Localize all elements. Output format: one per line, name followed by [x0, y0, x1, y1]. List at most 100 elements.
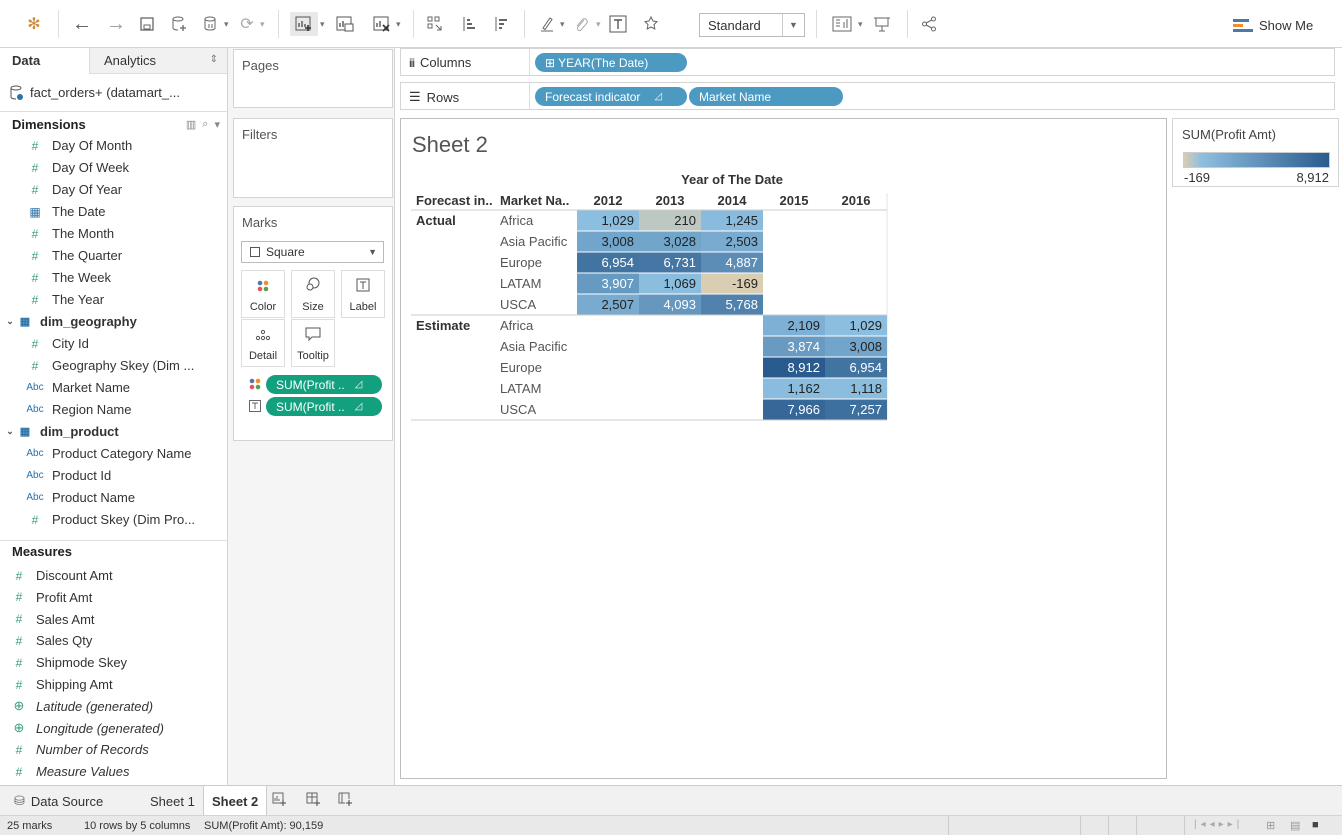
- market-label: Africa: [500, 318, 534, 333]
- detail-button[interactable]: Detail: [241, 319, 285, 367]
- size-button[interactable]: Size: [291, 270, 335, 318]
- mark-type-select[interactable]: Square ▼: [241, 241, 384, 263]
- chevron-down-icon[interactable]: ▾: [858, 19, 863, 30]
- field-item[interactable]: # Day Of Month: [0, 135, 227, 156]
- field-item[interactable]: # Product Skey (Dim Pro...: [0, 509, 227, 530]
- filters-card[interactable]: Filters: [233, 118, 393, 198]
- field-item[interactable]: # Profit Amt: [0, 587, 227, 608]
- chevron-down-icon[interactable]: ▾: [224, 19, 229, 30]
- field-item[interactable]: # Shipping Amt: [0, 674, 227, 695]
- folder-item[interactable]: ⌄ ▦ dim_product: [0, 421, 227, 442]
- size-label: Size: [302, 301, 324, 313]
- sheet-navigation-icon[interactable]: |◂◂▸▸|: [1194, 819, 1243, 830]
- chevron-down-icon[interactable]: ▾: [320, 19, 325, 30]
- tab-data-source[interactable]: ⛁ Data Source: [6, 786, 111, 816]
- color-measure-pill[interactable]: SUM(Profit .. ◿: [266, 375, 382, 394]
- datasource-item[interactable]: fact_orders+ (datamart_...: [0, 74, 227, 112]
- square-icon: [250, 247, 260, 257]
- tooltip-button[interactable]: Tooltip: [291, 319, 335, 367]
- pause-updates-icon[interactable]: [200, 12, 222, 36]
- fit-select[interactable]: Standard ▼: [699, 13, 805, 37]
- search-icon[interactable]: ⌕: [202, 118, 208, 131]
- sort-ascending-icon[interactable]: [458, 12, 480, 36]
- tab-analytics[interactable]: Analytics ⇕: [90, 48, 227, 73]
- new-worksheet-tab-icon[interactable]: [272, 792, 286, 809]
- field-item[interactable]: # Sales Qty: [0, 630, 227, 651]
- share-icon[interactable]: [918, 12, 940, 36]
- presentation-mode-icon[interactable]: [870, 12, 894, 36]
- show-mark-labels-icon[interactable]: [606, 12, 630, 36]
- field-item[interactable]: # Day Of Year: [0, 179, 227, 200]
- field-item[interactable]: Abc Product Id: [0, 465, 227, 486]
- chevron-down-icon[interactable]: ▾: [260, 19, 265, 30]
- field-item[interactable]: # The Week: [0, 267, 227, 288]
- tableau-logo-icon[interactable]: ✻: [22, 12, 46, 36]
- color-button[interactable]: Color: [241, 270, 285, 318]
- field-item[interactable]: # Sales Amt: [0, 609, 227, 630]
- refresh-icon[interactable]: ⟳: [236, 12, 258, 36]
- field-item[interactable]: ⊕ Longitude (generated): [0, 718, 227, 739]
- field-item[interactable]: # Number of Records: [0, 739, 227, 760]
- legend-min-label: -169: [1184, 170, 1211, 185]
- tab-sheet2[interactable]: Sheet 2: [203, 786, 268, 816]
- field-item[interactable]: # Measure Values: [0, 761, 227, 782]
- field-item[interactable]: # The Quarter: [0, 245, 227, 266]
- chevron-down-icon[interactable]: ▾: [396, 19, 401, 30]
- redo-icon[interactable]: →: [104, 12, 128, 36]
- field-item[interactable]: ⊕ Latitude (generated): [0, 696, 227, 717]
- label-measure-pill[interactable]: SUM(Profit .. ◿: [266, 397, 382, 416]
- field-item[interactable]: # The Month: [0, 223, 227, 244]
- sort-descending-icon[interactable]: [490, 12, 512, 36]
- fix-axes-icon[interactable]: [640, 12, 662, 36]
- field-item[interactable]: Abc Product Category Name: [0, 443, 227, 464]
- group-label: Actual: [416, 213, 456, 228]
- field-item[interactable]: # The Year: [0, 289, 227, 310]
- rows-shelf[interactable]: ☰ Rows Forecast indicator ◿ Market Name: [400, 82, 1335, 110]
- show-me-button[interactable]: Show Me: [1233, 14, 1313, 36]
- chevron-down-icon[interactable]: ⌄: [4, 316, 16, 327]
- new-worksheet-icon[interactable]: [290, 12, 318, 36]
- chevron-down-icon[interactable]: ▾: [560, 19, 565, 30]
- color-legend[interactable]: SUM(Profit Amt) -169 8,912: [1172, 118, 1339, 187]
- filmstrip-icon[interactable]: ▤: [1290, 819, 1300, 832]
- swap-rows-columns-icon[interactable]: [424, 12, 446, 36]
- tab-data[interactable]: Data: [0, 48, 90, 74]
- market-name-pill[interactable]: Market Name: [689, 87, 843, 106]
- tabs-view-icon[interactable]: ■: [1312, 819, 1319, 831]
- sheet-sorter-icon[interactable]: ⊞: [1266, 819, 1275, 832]
- view-toggle-icon[interactable]: ▥: [186, 118, 196, 131]
- field-item[interactable]: # Shipmode Skey: [0, 652, 227, 673]
- clear-sheet-icon[interactable]: [370, 12, 394, 36]
- pages-card[interactable]: Pages: [233, 49, 393, 108]
- field-item[interactable]: # Day Of Week: [0, 157, 227, 178]
- color-encoding-icon: [249, 378, 261, 393]
- save-icon[interactable]: [136, 12, 158, 36]
- field-item[interactable]: Abc Region Name: [0, 399, 227, 420]
- chevron-down-icon[interactable]: ▾: [596, 19, 601, 30]
- undo-icon[interactable]: ←: [70, 12, 94, 36]
- chevron-down-icon[interactable]: ▾: [214, 118, 220, 131]
- field-item[interactable]: # City Id: [0, 333, 227, 354]
- field-item[interactable]: # Geography Skey (Dim ...: [0, 355, 227, 376]
- field-item[interactable]: ▦ The Date: [0, 201, 227, 222]
- calendar-icon: ▦: [29, 204, 41, 219]
- group-members-icon[interactable]: [570, 12, 592, 36]
- chevron-down-icon[interactable]: ⌄: [4, 426, 16, 437]
- field-item[interactable]: Abc Market Name: [0, 377, 227, 398]
- forecast-indicator-pill[interactable]: Forecast indicator ◿: [535, 87, 687, 106]
- show-cards-icon[interactable]: [828, 12, 856, 36]
- highlight-icon[interactable]: [536, 12, 558, 36]
- new-dashboard-tab-icon[interactable]: [306, 792, 320, 809]
- field-item[interactable]: Abc Product Name: [0, 487, 227, 508]
- new-story-tab-icon[interactable]: [338, 792, 352, 809]
- columns-shelf[interactable]: iii Columns ⊞ YEAR(The Date): [400, 48, 1335, 76]
- cell-value: 1,029: [601, 213, 634, 228]
- tab-sheet1[interactable]: Sheet 1: [142, 786, 203, 816]
- new-datasource-icon[interactable]: [168, 12, 190, 36]
- year-date-pill[interactable]: ⊞ YEAR(The Date): [535, 53, 687, 72]
- duplicate-sheet-icon[interactable]: [332, 12, 358, 36]
- folder-item[interactable]: ⌄ ▦ dim_geography: [0, 311, 227, 332]
- field-item[interactable]: # Discount Amt: [0, 565, 227, 586]
- row-header-forecast: Forecast in..: [416, 193, 493, 208]
- label-button[interactable]: Label: [341, 270, 385, 318]
